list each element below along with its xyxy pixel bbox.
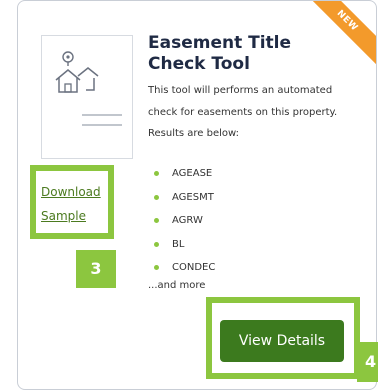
bullet-icon: [154, 265, 159, 270]
bullet-icon: [154, 194, 159, 200]
bullet-icon: [154, 241, 159, 247]
list-item: CONDEC: [154, 256, 215, 280]
sample-thumbnail: [41, 35, 133, 159]
download-sample-link[interactable]: Download Sample: [41, 180, 121, 228]
list-item: BL: [154, 233, 215, 257]
code-list: AGEASE AGESMT AGRW BL CONDEC: [154, 162, 215, 280]
callout-number-4: 4: [357, 342, 378, 382]
tool-description: This tool will performs an automated che…: [148, 85, 338, 139]
tool-title: Easement Title Check Tool: [148, 33, 292, 74]
house-location-icon: [55, 51, 122, 126]
view-details-button[interactable]: View Details: [220, 320, 344, 362]
bullet-icon: [154, 218, 159, 223]
list-item: AGRW: [154, 209, 215, 233]
callout-number-3: 3: [76, 250, 116, 288]
list-item: AGESMT: [154, 186, 215, 210]
more-text: ...and more: [148, 280, 206, 291]
list-item: AGEASE: [154, 162, 215, 186]
bullet-icon: [154, 171, 159, 176]
